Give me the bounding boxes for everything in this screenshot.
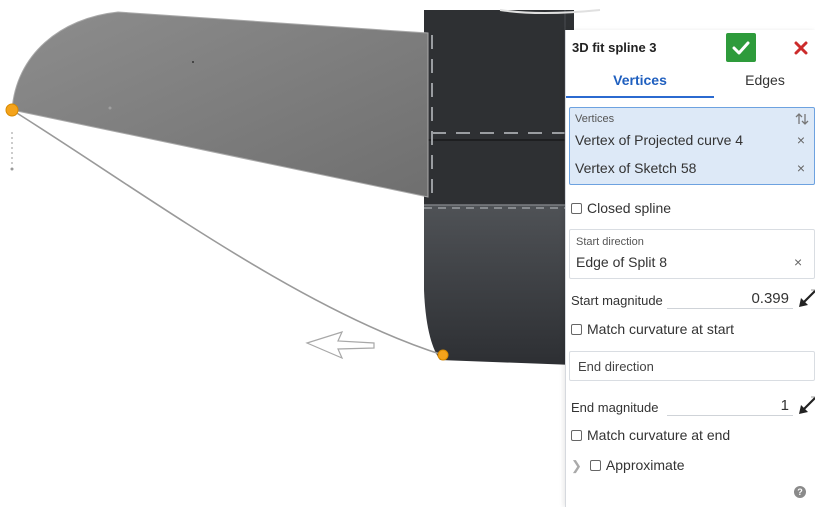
vertex-item-label: Vertex of Sketch 58 xyxy=(575,160,697,176)
chevron-right-icon[interactable]: ❯ xyxy=(571,458,582,474)
end-magnitude-label: End magnitude xyxy=(571,400,659,415)
approximate-row[interactable]: ❯ Approximate xyxy=(571,457,685,474)
tab-vertices[interactable]: Vertices xyxy=(566,68,714,98)
closed-spline-checkbox[interactable]: Closed spline xyxy=(571,200,671,216)
end-direction-placeholder: End direction xyxy=(578,359,654,374)
checkmark-icon xyxy=(732,41,750,54)
closed-spline-label: Closed spline xyxy=(587,200,672,216)
start-direction-label: Start direction xyxy=(576,236,644,248)
help-icon[interactable]: ? xyxy=(794,486,806,498)
flip-direction-icon[interactable] xyxy=(797,287,815,309)
cancel-button[interactable] xyxy=(790,36,812,60)
match-curvature-start-checkbox[interactable]: Match curvature at start xyxy=(571,321,734,337)
vertices-field-label: Vertices xyxy=(575,113,615,125)
start-magnitude-row: Start magnitude 0.399 xyxy=(571,289,815,311)
match-curvature-end-checkbox[interactable]: Match curvature at end xyxy=(571,427,730,443)
vertex-list-item[interactable]: Vertex of Sketch 58 × xyxy=(570,158,814,182)
flip-direction-icon[interactable] xyxy=(797,394,815,416)
start-magnitude-label: Start magnitude xyxy=(571,293,663,308)
tab-edges[interactable]: Edges xyxy=(714,68,815,96)
vertices-selection-box[interactable]: Vertices Vertex of Projected curve 4 × V… xyxy=(569,107,815,185)
sort-icon[interactable] xyxy=(794,112,810,126)
start-direction-value: Edge of Split 8 xyxy=(576,254,668,270)
checkbox-box[interactable] xyxy=(571,203,582,214)
dialog-title: 3D fit spline 3 xyxy=(572,40,657,55)
dialog-header: 3D fit spline 3 xyxy=(566,30,815,66)
vertex-list-item[interactable]: Vertex of Projected curve 4 × xyxy=(570,130,814,154)
feature-dialog: 3D fit spline 3 Vertices Edges Vertices … xyxy=(565,30,815,507)
accept-button[interactable] xyxy=(726,33,756,62)
vertex-item-label: Vertex of Projected curve 4 xyxy=(575,132,744,148)
start-direction-field[interactable]: Start direction Edge of Split 8 × xyxy=(569,229,815,279)
end-magnitude-input[interactable]: 1 xyxy=(667,396,793,416)
start-magnitude-input[interactable]: 0.399 xyxy=(667,289,793,309)
end-vertex-point[interactable] xyxy=(437,349,449,361)
remove-icon[interactable]: × xyxy=(794,132,808,150)
lofted-surface[interactable] xyxy=(11,11,429,198)
checkbox-box[interactable] xyxy=(571,430,582,441)
checkbox-box[interactable] xyxy=(589,460,601,471)
dialog-tabs: Vertices Edges xyxy=(566,68,815,98)
close-icon xyxy=(794,41,808,55)
checkbox-box[interactable] xyxy=(571,324,582,335)
remove-icon[interactable]: × xyxy=(794,160,808,178)
end-direction-field[interactable]: End direction xyxy=(569,351,815,381)
approximate-label: Approximate xyxy=(605,457,685,473)
start-vertex-point[interactable] xyxy=(5,103,19,117)
match-curvature-start-label: Match curvature at start xyxy=(587,321,735,337)
start-direction-arrow[interactable] xyxy=(305,331,375,360)
remove-icon[interactable]: × xyxy=(794,254,802,270)
match-curvature-end-label: Match curvature at end xyxy=(587,427,731,443)
end-magnitude-row: End magnitude 1 xyxy=(571,396,815,418)
